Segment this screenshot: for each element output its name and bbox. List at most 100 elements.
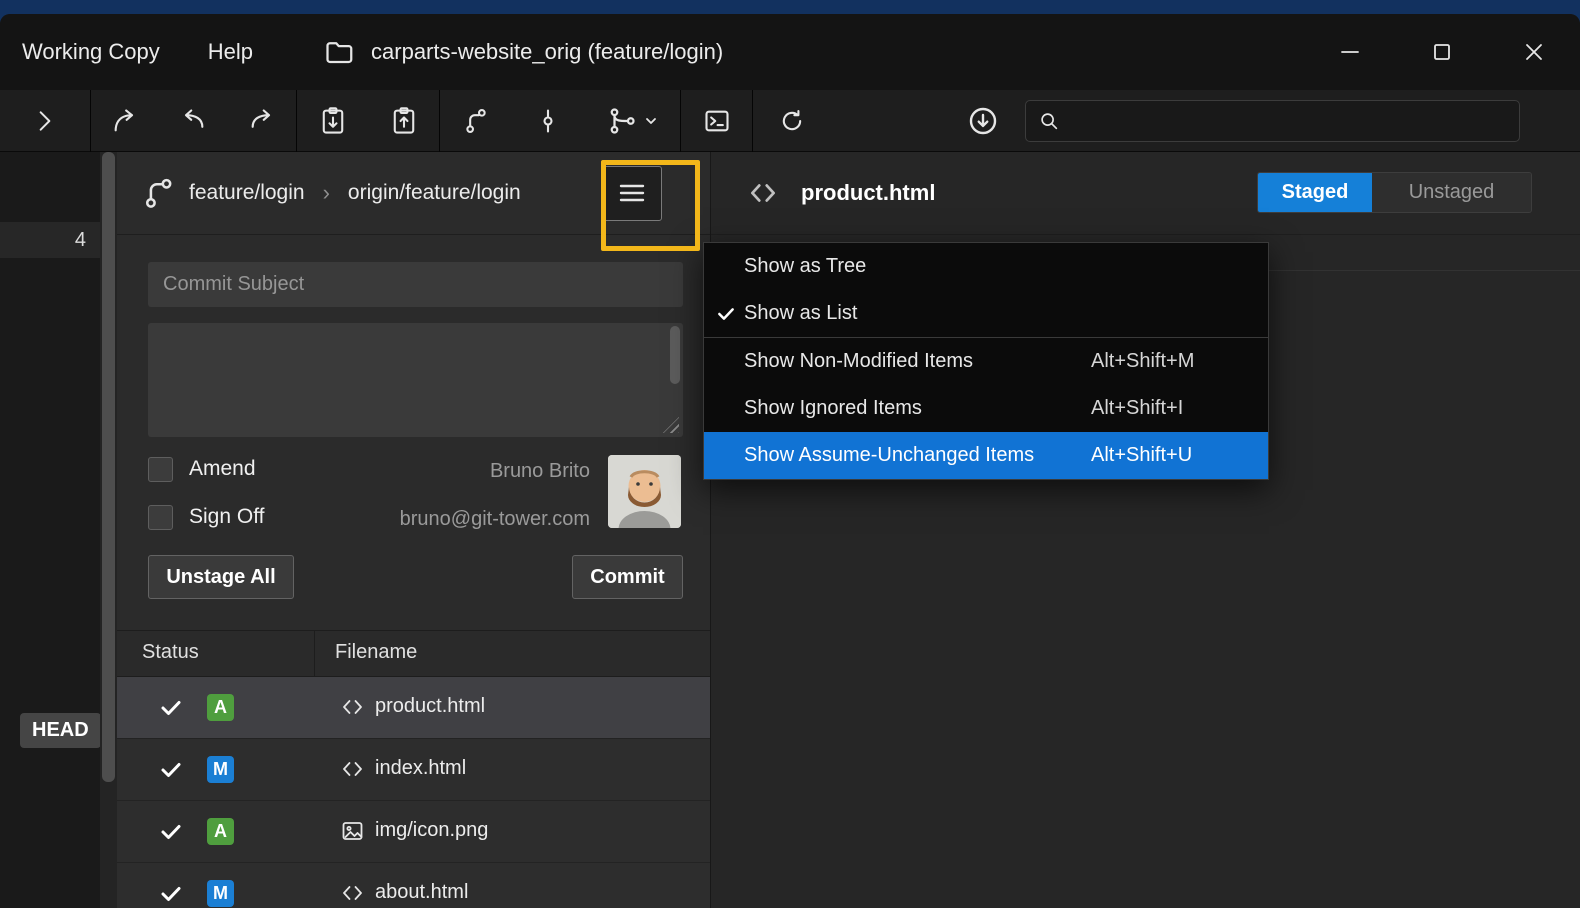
filename-column-header[interactable]: Filename [335,641,417,664]
tracking-branch-label[interactable]: origin/feature/login [348,181,521,205]
status-badge: A [207,818,234,845]
maximize-button[interactable] [1396,14,1488,90]
breadcrumb-chevron-icon: › [319,180,334,206]
table-row[interactable]: M index.html [117,739,710,801]
menu-item-shortcut: Alt+Shift+M [1091,350,1194,373]
column-divider[interactable] [314,631,315,676]
graph-scrollbar-thumb[interactable] [102,152,115,782]
commit-count-label: 4 [75,229,86,252]
menu-item-show-assume-unchanged[interactable]: Show Assume-Unchanged Items Alt+Shift+U [704,432,1268,479]
filename-label: about.html [375,881,468,904]
code-file-icon [339,695,366,719]
push-button[interactable] [247,90,277,152]
refresh-button[interactable] [753,90,830,152]
search-icon [1038,110,1060,132]
menu-item-label: Show Assume-Unchanged Items [744,444,1034,467]
commit-button-label: Commit [590,566,664,589]
repo-title: carparts-website_orig (feature/login) [325,39,723,65]
stage-tabs: Staged Unstaged [1257,172,1532,213]
commit-graph-row[interactable]: 4 [0,222,100,258]
unstage-all-button[interactable]: Unstage All [148,555,294,599]
head-badge: HEAD [20,713,101,748]
pull-button[interactable] [178,90,208,152]
menu-item-label: Show Ignored Items [744,397,922,420]
fetch-button[interactable] [110,90,140,152]
tab-staged[interactable]: Staged [1258,173,1372,212]
branch-button-group [440,90,680,152]
menu-working-copy-label: Working Copy [22,39,160,65]
menu-item-label: Show as List [744,302,857,325]
menu-working-copy[interactable]: Working Copy [0,14,184,90]
menu-item-label: Show Non-Modified Items [744,350,973,373]
merge-button[interactable] [606,90,658,152]
commit-subject-input[interactable] [148,262,683,307]
signoff-checkbox[interactable] [148,505,173,530]
staging-panel: feature/login › origin/feature/login [117,152,710,908]
graph-scrollbar[interactable] [100,152,117,908]
search-input[interactable] [1070,110,1507,132]
terminal-button[interactable] [681,90,752,152]
table-row[interactable]: M about.html [117,863,710,908]
author-email-label: bruno@git-tower.com [330,508,590,531]
code-file-icon [745,178,781,208]
current-branch-label[interactable]: feature/login [189,181,305,205]
table-row[interactable]: A product.html [117,677,710,739]
sync-button-group [91,90,296,152]
staged-check-icon[interactable] [159,820,183,844]
status-badge: M [207,880,234,907]
menu-item-shortcut: Alt+Shift+U [1091,444,1192,467]
author-name-label: Bruno Brito [330,460,590,483]
filename-label: img/icon.png [375,819,488,842]
signoff-row: Sign Off [148,503,265,531]
image-file-icon [339,819,366,843]
status-column-header[interactable]: Status [142,641,199,664]
tag-button[interactable] [534,90,562,152]
view-options-context-menu: Show as Tree Show as List Show Non-Modif… [703,242,1269,480]
commit-graph-sidebar: 4 HEAD [0,152,100,908]
menu-item-show-non-modified[interactable]: Show Non-Modified Items Alt+Shift+M [704,338,1268,385]
toolbar [0,90,1580,152]
tab-unstaged[interactable]: Unstaged [1372,173,1531,212]
collapse-sidebar-button[interactable] [0,90,90,152]
tab-unstaged-label: Unstaged [1409,181,1495,204]
close-button[interactable] [1488,14,1580,90]
minimize-button[interactable] [1304,14,1396,90]
stash-apply-button[interactable] [390,90,418,152]
repo-title-label: carparts-website_orig (feature/login) [371,39,723,65]
menu-help[interactable]: Help [184,14,277,90]
search-box[interactable] [1025,100,1520,142]
staged-check-icon[interactable] [159,696,183,720]
resize-grip[interactable] [663,417,679,433]
filename-label: index.html [375,757,466,780]
check-icon [716,304,736,324]
menu-item-show-ignored[interactable]: Show Ignored Items Alt+Shift+I [704,385,1268,432]
filename-label: product.html [375,695,485,718]
branch-button[interactable] [462,90,490,152]
file-table-header: Status Filename [117,630,710,677]
avatar [608,455,681,528]
menu-item-label: Show as Tree [744,255,866,278]
annotation-highlight-box [601,160,700,251]
title-bar: Working Copy Help carparts-website_orig … [0,14,1580,90]
menu-item-show-as-tree[interactable]: Show as Tree [704,243,1268,290]
message-scrollbar-thumb[interactable] [670,326,680,384]
commit-message-textarea[interactable] [148,323,683,437]
table-row[interactable]: A img/icon.png [117,801,710,863]
folder-icon [325,39,355,65]
amend-label: Amend [189,457,256,481]
app-root: Working Copy Help carparts-website_orig … [0,0,1580,908]
staged-check-icon[interactable] [159,882,183,906]
signoff-label: Sign Off [189,505,265,529]
tab-staged-label: Staged [1282,181,1349,204]
stash-save-button[interactable] [319,90,347,152]
menu-item-show-as-list[interactable]: Show as List [704,290,1268,337]
detail-filename-label: product.html [801,180,935,206]
updates-button[interactable] [963,90,1003,152]
detail-header: product.html Staged Unstaged [711,152,1580,235]
amend-row: Amend [148,455,256,483]
application-window: Working Copy Help carparts-website_orig … [0,14,1580,908]
amend-checkbox[interactable] [148,457,173,482]
commit-button[interactable]: Commit [572,555,683,599]
git-branch-icon [141,176,175,210]
staged-check-icon[interactable] [159,758,183,782]
